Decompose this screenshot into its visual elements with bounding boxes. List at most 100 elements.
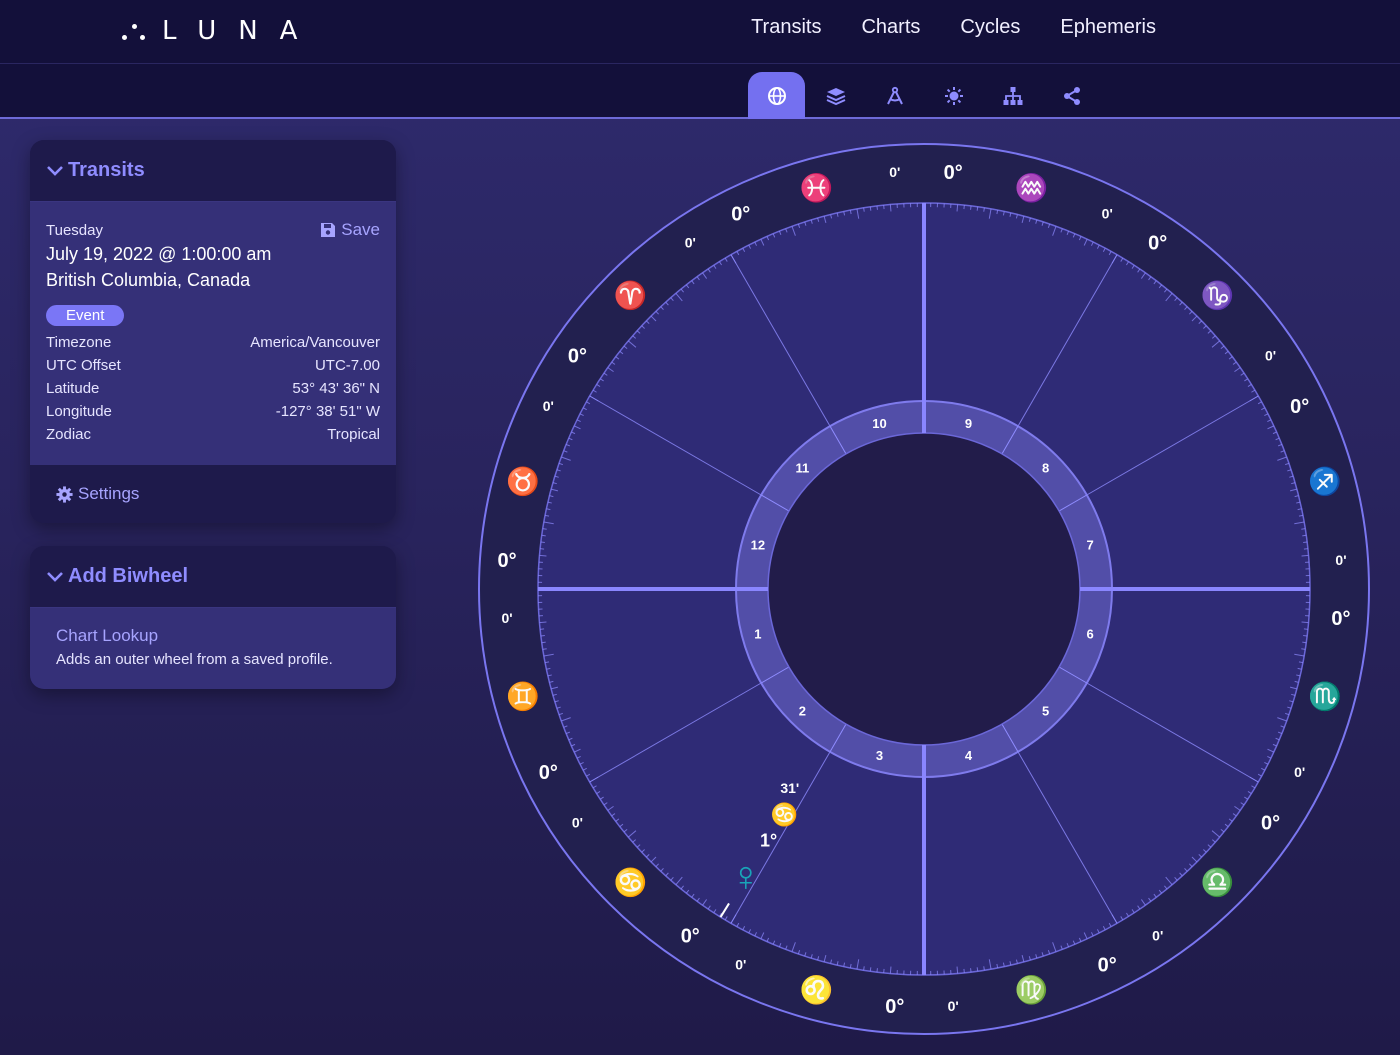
- biwheel-card-header[interactable]: Add Biwheel: [30, 546, 396, 608]
- sign-degree-label: 0°: [944, 162, 963, 184]
- house-number: 6: [1087, 627, 1094, 642]
- scorpio-sign-icon: ♏: [1308, 680, 1342, 711]
- nav-charts[interactable]: Charts: [861, 16, 920, 39]
- detail-row-timezone: Timezone America/Vancouver: [46, 334, 380, 351]
- venus-icon: ♀: [730, 852, 762, 899]
- sign-degree-label: 0°: [568, 345, 587, 367]
- degree-tick: [976, 206, 979, 211]
- degree-tick: [1301, 554, 1309, 557]
- detail-row-zodiac: Zodiac Tropical: [46, 426, 380, 443]
- cancer-sign-icon: ♋: [614, 866, 648, 897]
- libra-sign-icon: ♎: [1201, 866, 1235, 897]
- luna-logo[interactable]: LUNA: [122, 14, 319, 48]
- sign-degree-label: 0°: [539, 762, 558, 784]
- degree-tick: [889, 204, 892, 212]
- planet-sign-icon: ♋: [771, 802, 798, 827]
- settings-label: Settings: [78, 484, 140, 503]
- logo-dots-icon: [122, 18, 148, 44]
- sign-minute-label: 0': [1294, 764, 1305, 780]
- gemini-sign-icon: ♊: [506, 680, 540, 711]
- sign-minute-label: 0': [543, 398, 554, 414]
- degree-tick: [539, 554, 547, 557]
- degree-tick: [542, 528, 547, 530]
- degree-tick: [1301, 621, 1309, 624]
- gear-icon: [56, 485, 73, 503]
- compass-icon[interactable]: [866, 72, 923, 119]
- sign-minute-label: 0': [735, 957, 746, 973]
- capricorn-sign-icon: ♑: [1201, 280, 1235, 311]
- sign-degree-label: 0°: [1098, 955, 1117, 977]
- sign-minute-label: 0': [948, 998, 959, 1014]
- globe-icon[interactable]: [748, 72, 805, 119]
- hierarchy-icon[interactable]: [984, 72, 1041, 119]
- house-number: 8: [1042, 460, 1049, 475]
- degree-tick: [1302, 641, 1307, 644]
- house-number: 5: [1042, 704, 1049, 719]
- event-location: British Columbia, Canada: [46, 270, 251, 290]
- degree-tick: [956, 966, 959, 974]
- biwheel-card: Add Biwheel Chart Lookup Adds an outer w…: [30, 546, 396, 689]
- taurus-sign-icon: ♉: [506, 466, 540, 497]
- layers-icon[interactable]: [807, 72, 864, 119]
- transits-card-title: Transits: [68, 159, 145, 181]
- degree-tick: [541, 534, 546, 537]
- chart-lookup-link[interactable]: Chart Lookup: [56, 626, 370, 646]
- aries-sign-icon: ♈: [614, 280, 648, 311]
- event-datetime: July 19, 2022 @ 1:00:00 am: [46, 244, 272, 264]
- sign-degree-label: 0°: [497, 550, 516, 572]
- degree-tick: [976, 967, 979, 972]
- degree-tick: [863, 207, 865, 212]
- house-number: 1: [754, 627, 761, 642]
- astro-chart-wheel[interactable]: 123 456789101112 ♒0°0'♑0°0'♐0°0'♏0°0'♎0°0…: [476, 141, 1372, 1037]
- main-nav: Transits Charts Cycles Ephemeris: [711, 16, 1156, 39]
- sign-degree-label: 0°: [681, 926, 700, 948]
- sun-icon[interactable]: [925, 72, 982, 119]
- save-icon: [321, 223, 336, 237]
- degree-tick: [983, 966, 985, 971]
- degree-tick: [869, 206, 872, 211]
- degree-tick: [863, 966, 865, 971]
- sign-degree-label: 0°: [731, 203, 750, 225]
- chevron-down-icon: [47, 165, 63, 176]
- virgo-sign-icon: ♍: [1015, 974, 1049, 1005]
- degree-tick: [539, 621, 547, 624]
- house-number: 9: [965, 416, 972, 431]
- tool-bar: [0, 64, 1400, 119]
- sign-minute-label: 0': [572, 815, 583, 831]
- save-label: Save: [341, 220, 380, 239]
- degree-tick: [541, 641, 546, 644]
- degree-tick: [956, 204, 959, 212]
- degree-tick: [1302, 534, 1307, 537]
- planet-minute-label: 31': [780, 780, 799, 796]
- house-number: 10: [872, 416, 886, 431]
- house-number: 2: [799, 704, 806, 719]
- share-icon[interactable]: [1043, 72, 1100, 119]
- house-number: 7: [1087, 537, 1094, 552]
- degree-tick: [889, 966, 892, 974]
- sagittarius-sign-icon: ♐: [1308, 466, 1342, 497]
- nav-transits[interactable]: Transits: [751, 16, 821, 39]
- degree-tick: [542, 648, 547, 650]
- transits-card-body: Tuesday Save July 19, 2022 @ 1:00:00 am …: [30, 202, 396, 465]
- save-button[interactable]: Save: [320, 220, 380, 240]
- degree-tick: [1301, 528, 1306, 530]
- aquarius-sign-icon: ♒: [1015, 172, 1049, 203]
- biwheel-description: Adds an outer wheel from a saved profile…: [56, 651, 333, 668]
- nav-ephemeris[interactable]: Ephemeris: [1060, 16, 1156, 39]
- sign-minute-label: 0': [501, 610, 512, 626]
- top-navbar: LUNA Transits Charts Cycles Ephemeris: [0, 0, 1400, 64]
- sign-minute-label: 0': [1335, 552, 1346, 568]
- sign-degree-label: 0°: [1331, 608, 1350, 630]
- sign-degree-label: 0°: [885, 996, 904, 1018]
- sign-minute-label: 0': [685, 234, 696, 250]
- transits-card-header[interactable]: Transits: [30, 140, 396, 202]
- biwheel-card-title: Add Biwheel: [68, 565, 189, 587]
- degree-tick: [869, 967, 872, 972]
- nav-cycles[interactable]: Cycles: [960, 16, 1020, 39]
- settings-button[interactable]: Settings: [30, 465, 396, 523]
- detail-row-latitude: Latitude 53° 43' 36" N: [46, 380, 380, 397]
- sign-minute-label: 0': [1265, 347, 1276, 363]
- event-badge: Event: [46, 305, 125, 326]
- pisces-sign-icon: ♓: [800, 172, 834, 203]
- sign-minute-label: 0': [1102, 205, 1113, 221]
